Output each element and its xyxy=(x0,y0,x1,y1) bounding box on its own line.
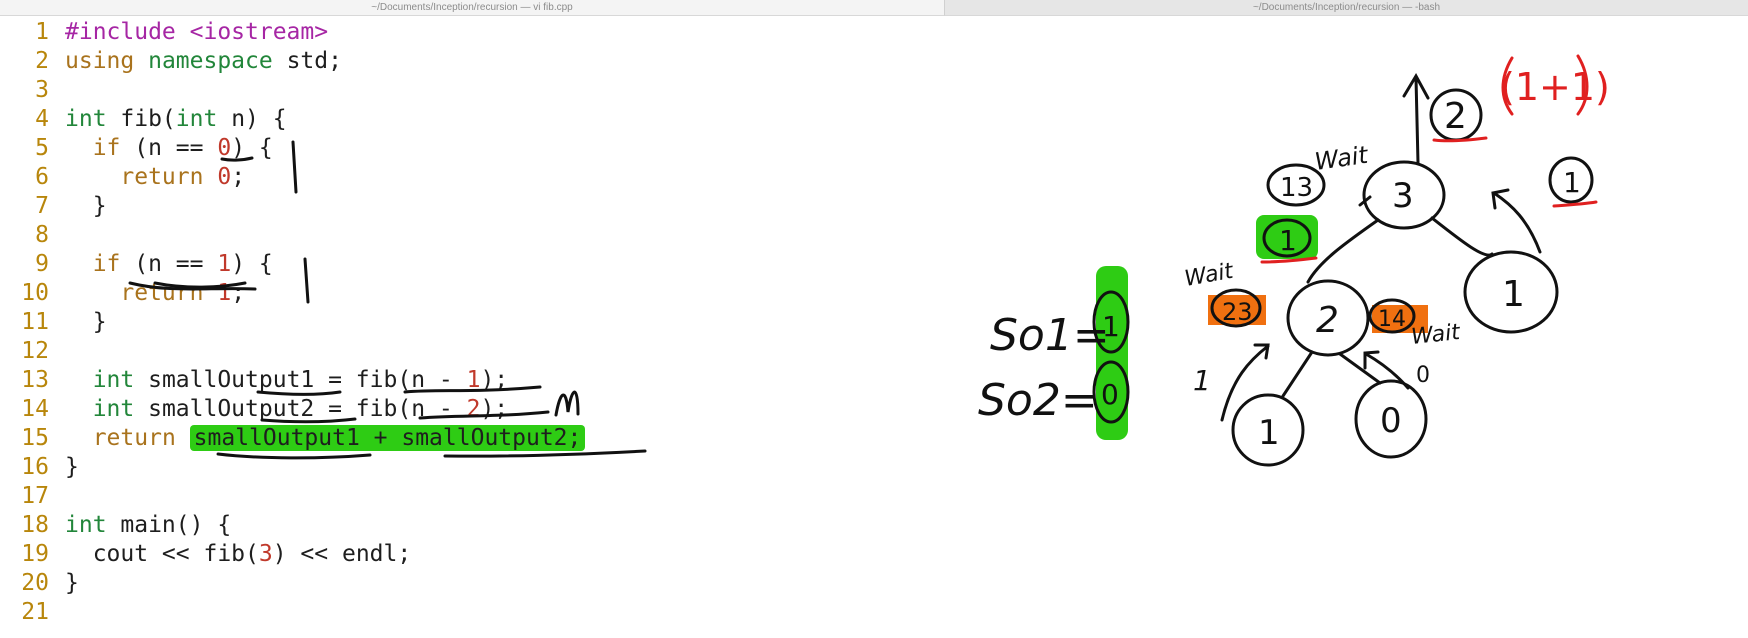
underline-fib2 xyxy=(418,410,550,420)
arrow-ll-up xyxy=(1220,343,1270,422)
so2-label: So2= xyxy=(978,375,1098,426)
node-left-label: 2 xyxy=(1316,300,1339,341)
edge-root-right xyxy=(1430,216,1494,257)
squiggle-mark xyxy=(554,390,580,417)
brace-mark-1 xyxy=(291,140,298,194)
return-right-label: 1 xyxy=(1563,166,1581,199)
edge-label-1: 1 xyxy=(1193,364,1211,397)
so1-value: 1 xyxy=(1102,310,1120,343)
badge-13-label: 13 xyxy=(1280,173,1313,203)
underline-smalloutput1-decl xyxy=(256,390,342,396)
result-top: 2 xyxy=(1444,96,1467,137)
badge-14-label: 14 xyxy=(1378,307,1406,332)
node-root-label: 3 xyxy=(1392,176,1414,216)
edge-left-ll xyxy=(1281,350,1314,398)
badge-23-label: 23 xyxy=(1222,298,1253,326)
node-right-label: 1 xyxy=(1502,274,1525,315)
handwritten-annotations: So1= 1 So2= 0 Wait Wait Wait 2 3 2 1 1 0… xyxy=(128,54,1610,467)
underline-sum1 xyxy=(216,452,372,460)
wait-label-right: Wait xyxy=(1410,320,1462,350)
underline-fib1 xyxy=(403,385,542,394)
underline-sum2 xyxy=(443,449,647,458)
edge-label-0: 0 xyxy=(1416,363,1430,388)
formula-text: (1+1) xyxy=(1500,65,1610,109)
so2-value: 0 xyxy=(1101,378,1119,411)
badge-green-label: 1 xyxy=(1279,224,1297,257)
so1-label: So1= xyxy=(990,310,1110,361)
arrow-right-to-root xyxy=(1491,188,1542,254)
underline-zero xyxy=(220,156,254,162)
arrow-up xyxy=(1402,72,1430,165)
node-lr-label: 0 xyxy=(1380,401,1402,441)
node-ll-label: 1 xyxy=(1258,413,1280,453)
edge-root-left xyxy=(1306,218,1380,284)
brace-mark-2 xyxy=(303,257,310,304)
wait-label-left: Wait xyxy=(1183,259,1237,292)
wait-label-root: Wait xyxy=(1313,141,1371,176)
underline-n1 xyxy=(153,281,247,289)
underline-smalloutput2-decl xyxy=(260,417,357,424)
